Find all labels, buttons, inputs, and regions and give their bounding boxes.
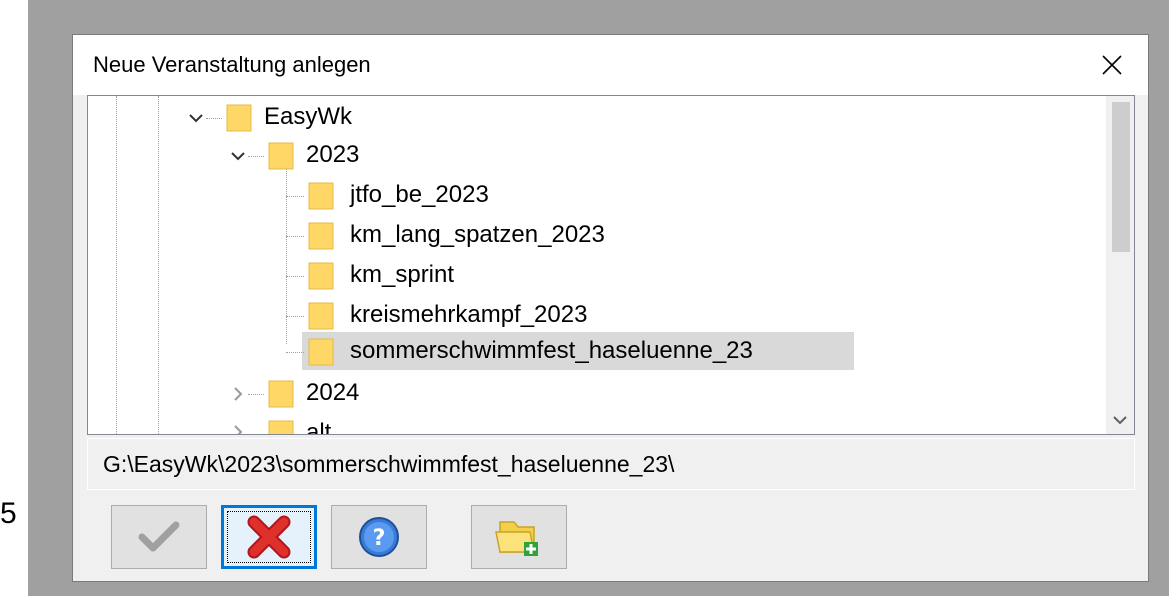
folder-icon xyxy=(308,302,334,330)
tree-node-label[interactable]: 2023 xyxy=(306,140,359,170)
chevron-right-icon[interactable] xyxy=(230,386,246,402)
tree-guide xyxy=(286,148,287,344)
new-event-dialog: Neue Veranstaltung anlegen EasyWk 2023 j… xyxy=(72,34,1149,582)
help-icon: ? xyxy=(359,517,399,557)
ok-button[interactable] xyxy=(111,505,207,569)
scrollbar-thumb[interactable] xyxy=(1112,102,1130,252)
tree-node-label[interactable]: kreismehrkampf_2023 xyxy=(350,300,587,330)
folder-icon xyxy=(268,380,294,408)
selected-path: G:\EasyWk\2023\sommerschwimmfest_haselue… xyxy=(103,451,675,477)
tree-node-label[interactable]: 2024 xyxy=(306,378,359,408)
folder-icon xyxy=(268,142,294,170)
folder-tree[interactable]: EasyWk 2023 jtfo_be_2023 km_lang_spatzen… xyxy=(87,95,1135,435)
svg-text:?: ? xyxy=(373,526,386,551)
folder-icon xyxy=(226,104,252,132)
cancel-button[interactable] xyxy=(221,505,317,569)
help-button[interactable]: ? xyxy=(331,505,427,569)
new-folder-button[interactable] xyxy=(471,505,567,569)
tree-node-label[interactable]: EasyWk xyxy=(264,102,352,132)
close-icon xyxy=(1102,55,1122,75)
tree-guide xyxy=(116,96,117,434)
tree-node-label-selected[interactable]: sommerschwimmfest_haseluenne_23 xyxy=(350,336,753,366)
dialog-title: Neue Veranstaltung anlegen xyxy=(93,52,371,77)
tree-node-label[interactable]: alt xyxy=(306,418,331,434)
selected-path-display: G:\EasyWk\2023\sommerschwimmfest_haselue… xyxy=(87,438,1135,490)
background-digit: 5 xyxy=(0,497,17,530)
folder-icon xyxy=(268,420,294,434)
close-button[interactable] xyxy=(1076,35,1148,95)
title-bar: Neue Veranstaltung anlegen xyxy=(73,35,1148,95)
button-toolbar: ? xyxy=(87,495,1135,573)
tree-node-label[interactable]: km_lang_spatzen_2023 xyxy=(350,220,605,250)
tree-node-label[interactable]: jtfo_be_2023 xyxy=(350,180,489,210)
tree-node-label[interactable]: km_sprint xyxy=(350,260,454,290)
new-folder-icon xyxy=(495,521,538,556)
red-x-icon xyxy=(247,515,291,559)
chevron-right-icon[interactable] xyxy=(230,424,246,435)
chevron-down-icon[interactable] xyxy=(1110,412,1130,428)
folder-icon xyxy=(308,262,334,290)
folder-icon xyxy=(308,182,334,210)
tree-guide xyxy=(158,96,159,434)
vertical-scrollbar[interactable] xyxy=(1106,96,1134,434)
checkmark-icon xyxy=(138,521,180,552)
chevron-down-icon[interactable] xyxy=(230,148,246,164)
folder-icon xyxy=(308,222,334,250)
folder-icon xyxy=(308,338,334,366)
chevron-down-icon[interactable] xyxy=(188,110,204,126)
